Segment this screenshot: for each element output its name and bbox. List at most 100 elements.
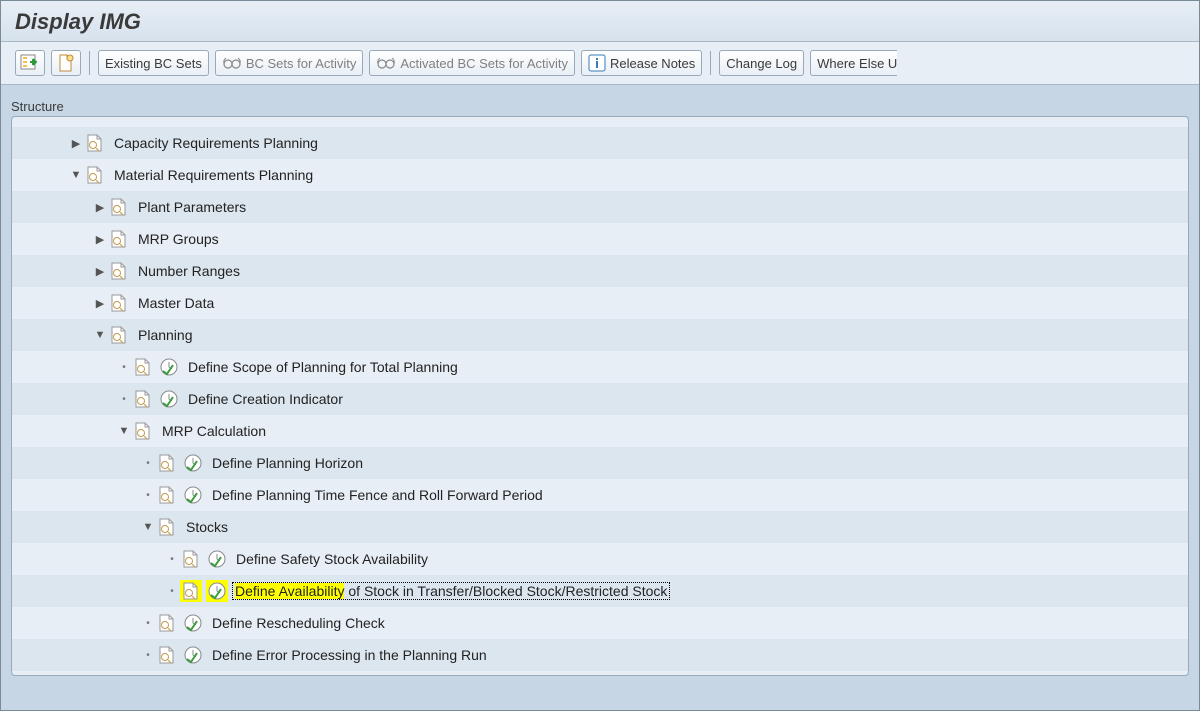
node-label-selected: Define Availability of Stock in Transfer… <box>232 582 670 600</box>
bullet-icon: • <box>116 359 132 375</box>
tree-node-planning[interactable]: ▼ Planning <box>12 319 1188 351</box>
expand-icon[interactable]: ▶ <box>92 295 108 311</box>
glasses-icon <box>376 56 396 70</box>
tree-node-master-data[interactable]: ▶ Master Data <box>12 287 1188 319</box>
button-label: Existing BC Sets <box>105 56 202 71</box>
doc-icon <box>180 580 202 602</box>
separator <box>710 51 711 75</box>
hierarchy-expand-icon <box>20 54 40 72</box>
bullet-icon: • <box>164 551 180 567</box>
tree-node-mrp-groups[interactable]: ▶ MRP Groups <box>12 223 1188 255</box>
separator <box>89 51 90 75</box>
change-log-button[interactable]: Change Log <box>719 50 804 76</box>
doc-icon <box>156 452 178 474</box>
title-bar: Display IMG <box>1 1 1199 42</box>
activity-icon[interactable] <box>206 580 228 602</box>
button-label: Where Else U <box>817 56 897 71</box>
doc-icon <box>108 324 130 346</box>
doc-icon <box>156 516 178 538</box>
node-label: Define Creation Indicator <box>184 391 343 407</box>
doc-icon <box>156 644 178 666</box>
button-label: Release Notes <box>610 56 695 71</box>
collapse-icon[interactable]: ▼ <box>140 519 156 535</box>
node-label: Define Planning Time Fence and Roll Forw… <box>208 487 543 503</box>
doc-icon <box>156 484 178 506</box>
node-label: Define Planning Horizon <box>208 455 363 471</box>
bullet-icon: • <box>140 647 156 663</box>
activity-icon[interactable] <box>182 644 204 666</box>
doc-icon <box>132 356 154 378</box>
highlight-span: Define Availability <box>235 583 344 599</box>
node-label: Number Ranges <box>134 263 240 279</box>
node-label: Stocks <box>182 519 228 535</box>
collapse-icon[interactable]: ▼ <box>116 423 132 439</box>
collapse-icon[interactable]: ▼ <box>92 327 108 343</box>
tree-node-define-error-processing[interactable]: • Define Error Processing in the Plannin… <box>12 639 1188 671</box>
tree-node-define-safety-stock[interactable]: • Define Safety Stock Availability <box>12 543 1188 575</box>
expand-icon[interactable]: ▶ <box>68 135 84 151</box>
node-label: Material Requirements Planning <box>110 167 313 183</box>
collapse-icon[interactable]: ▼ <box>68 167 84 183</box>
section-label: Structure <box>1 95 1199 118</box>
document-new-icon <box>57 54 75 72</box>
img-tree: ▶ Capacity Requirements Planning ▼ Mater… <box>12 127 1188 671</box>
doc-icon <box>108 228 130 250</box>
tree-node-define-planning-horizon[interactable]: • Define Planning Horizon <box>12 447 1188 479</box>
button-label: BC Sets for Activity <box>246 56 357 71</box>
tree-node-define-availability-stock[interactable]: • Define Availability of Stock in Transf… <box>12 575 1188 607</box>
node-label: MRP Calculation <box>158 423 266 439</box>
tree-node-define-creation-indicator[interactable]: • Define Creation Indicator <box>12 383 1188 415</box>
bullet-icon: • <box>116 391 132 407</box>
tree-node-material-req-planning[interactable]: ▼ Material Requirements Planning <box>12 159 1188 191</box>
activity-icon[interactable] <box>182 484 204 506</box>
activity-icon[interactable] <box>206 548 228 570</box>
glasses-icon <box>222 56 242 70</box>
tree-node-mrp-calculation[interactable]: ▼ MRP Calculation <box>12 415 1188 447</box>
button-label: Activated BC Sets for Activity <box>400 56 568 71</box>
tree-node-define-rescheduling-check[interactable]: • Define Rescheduling Check <box>12 607 1188 639</box>
tree-container: ▶ Capacity Requirements Planning ▼ Mater… <box>11 116 1189 676</box>
toolbar: Existing BC Sets BC Sets for Activity <box>1 50 1199 76</box>
release-notes-button[interactable]: Release Notes <box>581 50 702 76</box>
node-label: Define Rescheduling Check <box>208 615 385 631</box>
doc-icon <box>108 260 130 282</box>
button-label: Change Log <box>726 56 797 71</box>
node-label: Capacity Requirements Planning <box>110 135 318 151</box>
bc-sets-for-activity-button[interactable]: BC Sets for Activity <box>215 50 364 76</box>
doc-icon <box>132 420 154 442</box>
node-label: Plant Parameters <box>134 199 246 215</box>
expand-icon[interactable]: ▶ <box>92 263 108 279</box>
tree-node-stocks[interactable]: ▼ Stocks <box>12 511 1188 543</box>
activated-bc-sets-button[interactable]: Activated BC Sets for Activity <box>369 50 575 76</box>
info-icon <box>588 54 606 72</box>
doc-icon <box>108 292 130 314</box>
where-else-used-button[interactable]: Where Else U <box>810 50 897 76</box>
bullet-icon: • <box>164 583 180 599</box>
bullet-icon: • <box>140 615 156 631</box>
bullet-icon: • <box>140 455 156 471</box>
activity-icon[interactable] <box>158 388 180 410</box>
node-label: Planning <box>134 327 193 343</box>
tree-node-number-ranges[interactable]: ▶ Number Ranges <box>12 255 1188 287</box>
activity-icon[interactable] <box>158 356 180 378</box>
tree-node-define-time-fence[interactable]: • Define Planning Time Fence and Roll Fo… <box>12 479 1188 511</box>
tree-node-plant-parameters[interactable]: ▶ Plant Parameters <box>12 191 1188 223</box>
activity-icon[interactable] <box>182 612 204 634</box>
activity-icon[interactable] <box>182 452 204 474</box>
expand-icon[interactable]: ▶ <box>92 199 108 215</box>
document-button[interactable] <box>51 50 81 76</box>
doc-icon <box>84 132 106 154</box>
expand-subtree-button[interactable] <box>15 50 45 76</box>
node-label: Define Safety Stock Availability <box>232 551 428 567</box>
node-label: Define Error Processing in the Planning … <box>208 647 487 663</box>
tree-node-capacity-req-planning[interactable]: ▶ Capacity Requirements Planning <box>12 127 1188 159</box>
doc-icon <box>84 164 106 186</box>
doc-icon <box>156 612 178 634</box>
expand-icon[interactable]: ▶ <box>92 231 108 247</box>
existing-bc-sets-button[interactable]: Existing BC Sets <box>98 50 209 76</box>
toolbar-area: Existing BC Sets BC Sets for Activity <box>1 42 1199 85</box>
tree-node-define-scope[interactable]: • Define Scope of Planning for Total Pla… <box>12 351 1188 383</box>
bullet-icon: • <box>140 487 156 503</box>
doc-icon <box>132 388 154 410</box>
page-title: Display IMG <box>15 9 1185 35</box>
